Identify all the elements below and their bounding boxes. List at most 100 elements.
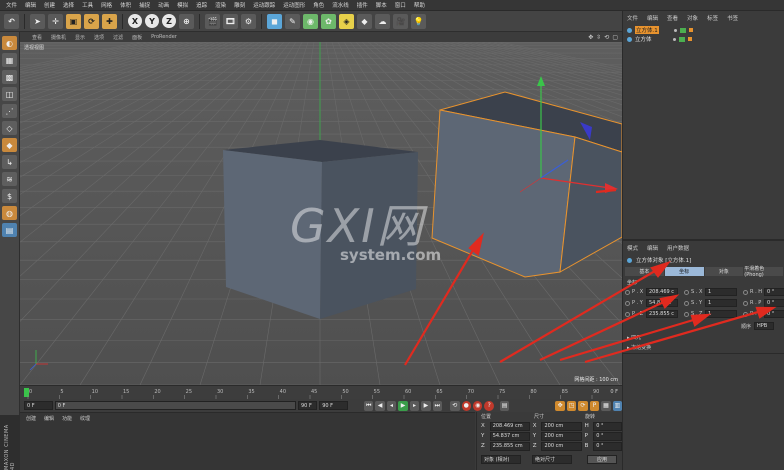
range-end-field[interactable]: 90 F xyxy=(298,401,318,410)
tag-icon[interactable] xyxy=(687,37,692,41)
key-position-icon[interactable]: ✥ xyxy=(555,400,565,411)
attribute-menu-item[interactable]: 用户数据 xyxy=(667,244,689,252)
record-icon[interactable]: ● xyxy=(461,400,471,411)
key-toggle-icon[interactable] xyxy=(743,300,748,306)
next-frame-icon[interactable]: ▸ xyxy=(409,400,420,411)
menu-item[interactable]: 插件 xyxy=(357,1,368,9)
coord-position-field[interactable]: 54.837 cm xyxy=(489,431,530,441)
object-menu-item[interactable]: 对象 xyxy=(687,14,698,22)
zoom-icon[interactable]: ⇳ xyxy=(596,34,601,41)
coord-size-mode-select[interactable]: 绝对尺寸 xyxy=(532,454,572,464)
sculpt-icon[interactable]: ◍ xyxy=(2,206,17,220)
key-scale-icon[interactable]: ◳ xyxy=(566,400,577,411)
snap-icon[interactable]: $ xyxy=(2,189,17,203)
key-rotation-icon[interactable]: ⟳ xyxy=(578,400,588,411)
menu-item[interactable]: 雕刻 xyxy=(234,1,245,9)
undo-icon[interactable]: ↶ xyxy=(4,13,19,29)
attribute-value-field[interactable]: 235.855 c xyxy=(646,310,678,318)
select-arrow-icon[interactable]: ➤ xyxy=(30,13,45,29)
prev-key-icon[interactable]: ◀ xyxy=(375,400,385,411)
menu-item[interactable]: 脚本 xyxy=(376,1,387,9)
environment-icon[interactable]: ☁ xyxy=(375,13,390,29)
attribute-menu-item[interactable]: 编辑 xyxy=(647,244,658,252)
y-axis-lock-icon[interactable]: Y xyxy=(145,14,159,28)
coord-rotation-field[interactable]: 0 ° xyxy=(593,421,623,431)
key-toggle-icon[interactable] xyxy=(625,311,630,317)
key-toggle-icon[interactable] xyxy=(743,311,748,317)
menu-item[interactable]: 创建 xyxy=(44,1,55,9)
attribute-tab[interactable]: 对象 xyxy=(704,267,744,276)
key-toggle-icon[interactable] xyxy=(743,289,748,295)
pan-icon[interactable]: ✥ xyxy=(588,34,593,41)
enabled-check-icon[interactable] xyxy=(678,36,685,42)
key-toggle-icon[interactable] xyxy=(684,300,689,306)
material-menu-item[interactable]: 功能 xyxy=(62,415,72,422)
move-tool-icon[interactable]: ✛ xyxy=(48,13,63,29)
object-menu-item[interactable]: 标签 xyxy=(707,14,718,22)
model-mode-icon[interactable]: ▦ xyxy=(2,53,17,67)
attribute-value-field[interactable]: 0 ° xyxy=(764,299,784,307)
make-editable-icon[interactable]: ◐ xyxy=(2,36,17,50)
coord-rotation-field[interactable]: 0 ° xyxy=(593,441,623,451)
timeline-ruler[interactable]: 0 5 10 15 20 25 30 35 40 45 50 55 60 65 70 75 80 85 90 0 F xyxy=(20,385,622,399)
coord-mode-select[interactable]: 对象 (相对) xyxy=(481,454,521,464)
tweak-mode-icon[interactable]: ≋ xyxy=(2,172,17,186)
light-icon[interactable]: 💡 xyxy=(411,13,426,29)
attribute-value-field[interactable]: 1 xyxy=(705,288,737,296)
goto-end-icon[interactable]: ⏭ xyxy=(432,400,443,411)
coordinate-system-icon[interactable]: ⊕ xyxy=(179,13,194,29)
scene-icon[interactable]: ◆ xyxy=(357,13,372,29)
viewport-menu-item[interactable]: 过滤 xyxy=(113,34,123,41)
menu-item[interactable]: 窗口 xyxy=(395,1,406,9)
menu-item[interactable]: 运动图形 xyxy=(283,1,305,9)
schedule-icon[interactable]: ▥ xyxy=(612,400,623,411)
attribute-tab[interactable]: 基本 xyxy=(625,267,664,276)
goto-start-icon[interactable]: ⏮ xyxy=(363,400,374,411)
attribute-value-field[interactable]: 0 ° xyxy=(764,310,784,318)
cloner-icon[interactable]: ✿ xyxy=(321,13,336,29)
coord-position-field[interactable]: 235.855 cm xyxy=(489,441,530,451)
material-menu-item[interactable]: 编辑 xyxy=(44,415,54,422)
object-menu-item[interactable]: 查看 xyxy=(667,14,678,22)
key-pla-icon[interactable]: ▦ xyxy=(601,400,611,411)
x-axis-lock-icon[interactable]: X xyxy=(128,14,142,28)
polygons-mode-icon[interactable]: ◆ xyxy=(2,138,17,152)
enable-axis-icon[interactable]: ↳ xyxy=(2,155,17,169)
start-frame-field[interactable]: 0 F xyxy=(24,401,53,410)
viewport-menu-item[interactable]: 面板 xyxy=(132,34,142,41)
camera-icon[interactable]: 🎥 xyxy=(393,13,408,29)
timeline-icon[interactable]: ▤ xyxy=(499,400,510,411)
attribute-value-field[interactable]: 0 ° xyxy=(764,288,784,296)
maximize-view-icon[interactable]: ▢ xyxy=(612,34,618,41)
render-picture-viewer-icon[interactable]: 🎞 xyxy=(223,13,238,29)
coord-size-field[interactable]: 200 cm xyxy=(541,431,582,441)
quaternion-fold[interactable]: ▸ 四元 xyxy=(627,334,641,341)
key-toggle-icon[interactable] xyxy=(684,311,689,317)
menu-item[interactable]: 体积 xyxy=(120,1,131,9)
object-menu-item[interactable]: 编辑 xyxy=(647,14,658,22)
menu-item[interactable]: 动画 xyxy=(158,1,169,9)
menu-item[interactable]: 追踪 xyxy=(196,1,207,9)
points-mode-icon[interactable]: ⋰ xyxy=(2,104,17,118)
object-row-cube[interactable]: 立方体 xyxy=(627,35,692,43)
coord-rotation-field[interactable]: 0 ° xyxy=(593,431,623,441)
keyframe-selection-icon[interactable]: ? xyxy=(484,400,494,411)
attribute-value-field[interactable]: 208.469 c xyxy=(646,288,678,296)
edges-mode-icon[interactable]: ◇ xyxy=(2,121,17,135)
viewport-menu-item[interactable]: 显示 xyxy=(75,34,85,41)
texture-mode-icon[interactable]: ▩ xyxy=(2,70,17,84)
scale-tool-icon[interactable]: ▣ xyxy=(66,13,81,29)
menu-item[interactable]: 运动跟踪 xyxy=(253,1,275,9)
loop-icon[interactable]: ⟲ xyxy=(450,400,460,411)
autokey-icon[interactable]: ◉ xyxy=(473,400,483,411)
menu-item[interactable]: 捕捉 xyxy=(139,1,150,9)
rotate-tool-icon[interactable]: ⟳ xyxy=(84,13,99,29)
material-menu-item[interactable]: 纹理 xyxy=(80,415,90,422)
key-toggle-icon[interactable] xyxy=(625,289,630,295)
lock-workplane-icon[interactable]: ▤ xyxy=(2,223,17,237)
visibility-dot-icon[interactable] xyxy=(672,37,676,41)
attribute-value-field[interactable]: 1 xyxy=(705,299,737,307)
render-settings-icon[interactable]: ⚙ xyxy=(241,13,256,29)
menu-item[interactable]: 网格 xyxy=(101,1,112,9)
menu-item[interactable]: 流水线 xyxy=(332,1,349,9)
